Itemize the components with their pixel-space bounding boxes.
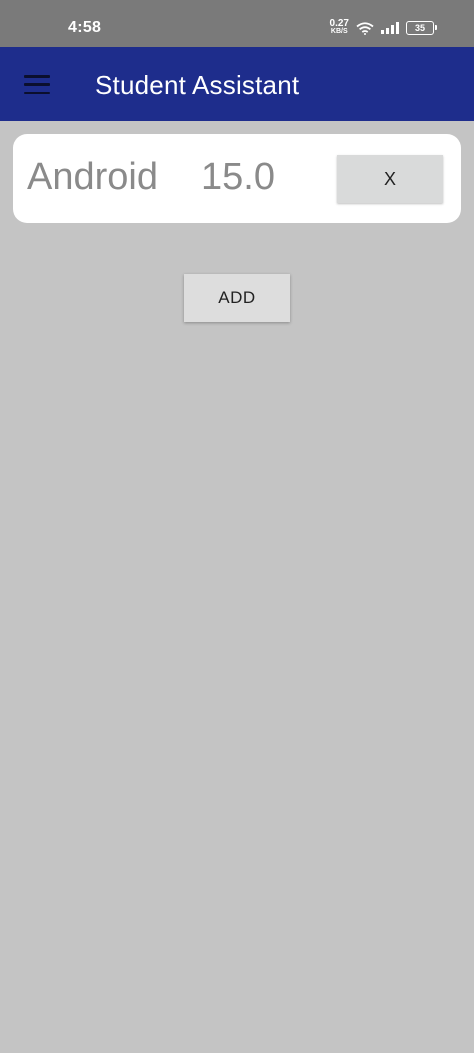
wifi-icon bbox=[356, 21, 374, 35]
item-name: Android bbox=[27, 156, 158, 198]
status-time: 4:58 bbox=[68, 19, 102, 36]
menu-line bbox=[24, 75, 50, 78]
list-item: Android 15.0 X bbox=[13, 134, 461, 223]
status-bar: 4:58 0.27 KB/S 35 bbox=[0, 0, 474, 47]
battery-icon: 35 bbox=[406, 21, 437, 35]
menu-line bbox=[24, 91, 50, 94]
app-bar: Student Assistant bbox=[0, 47, 474, 121]
status-icons: 0.27 KB/S 35 bbox=[329, 18, 437, 36]
add-button[interactable]: ADD bbox=[184, 274, 290, 322]
battery-level: 35 bbox=[414, 23, 425, 33]
menu-line bbox=[24, 83, 50, 86]
hamburger-menu-icon[interactable] bbox=[24, 75, 50, 94]
item-version: 15.0 bbox=[201, 156, 275, 198]
remove-item-button[interactable]: X bbox=[337, 155, 443, 203]
network-speed-value: 0.27 bbox=[329, 18, 349, 29]
network-speed: 0.27 KB/S bbox=[329, 18, 349, 36]
signal-icon bbox=[381, 22, 399, 34]
network-speed-unit: KB/S bbox=[330, 28, 348, 35]
app-title: Student Assistant bbox=[95, 70, 300, 100]
